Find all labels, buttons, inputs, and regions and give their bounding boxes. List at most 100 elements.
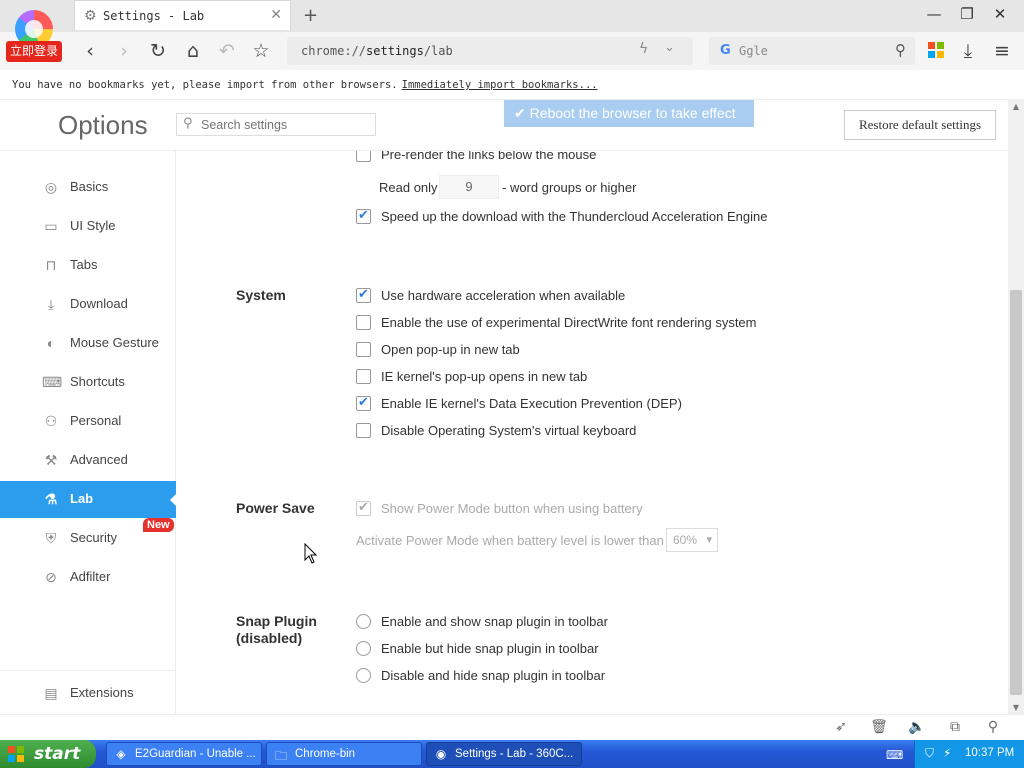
reboot-toast: ✔ Reboot the browser to take effect — [504, 100, 754, 127]
import-bookmarks-link[interactable]: Immediately import bookmarks... — [402, 79, 598, 91]
system-section-title: System — [236, 287, 286, 303]
address-url[interactable]: chrome://settings/lab — [301, 44, 453, 58]
zoom-icon[interactable]: ⚲ — [984, 719, 1002, 737]
wrench-icon: ⚒ — [44, 452, 58, 468]
home-icon[interactable]: ⌂ — [181, 39, 205, 63]
block-icon: ⊘ — [45, 569, 57, 585]
power-save-section-title: Power Save — [236, 500, 315, 516]
option-label: Disable Operating System's virtual keybo… — [381, 423, 637, 438]
taskbar-item-label: Chrome-bin — [295, 748, 356, 760]
sidebar-item-personal[interactable]: ⚇ Personal — [0, 403, 176, 440]
sidebar-item-ui-style[interactable]: ▭ UI Style — [0, 208, 176, 245]
option-label: Enable IE kernel's Data Execution Preven… — [381, 396, 682, 411]
taskbar-item-label: E2Guardian - Unable ... — [135, 748, 256, 760]
window-icon[interactable]: ⧉ — [946, 719, 964, 737]
sidebar-item-download[interactable]: ⤓ Download — [0, 286, 176, 323]
chevron-down-icon[interactable]: ⌄ — [664, 40, 675, 55]
taskbar-item-chrome-bin[interactable]: 🗀 Chrome-bin — [266, 742, 422, 766]
sidebar-divider — [0, 670, 176, 671]
taskbar-item-e2guardian[interactable]: ◈ E2Guardian - Unable ... — [106, 742, 262, 766]
star-icon[interactable]: ☆ — [249, 39, 273, 63]
battery-threshold-label: Activate Power Mode when battery level i… — [356, 533, 664, 548]
rocket-icon[interactable]: ➶ — [832, 719, 850, 737]
new-tab-button[interactable]: + — [303, 5, 318, 26]
sidebar-item-adfilter[interactable]: ⊘ Adfilter — [0, 559, 176, 596]
snap-plugin-section-title: Snap Plugin (disabled) — [236, 613, 317, 647]
search-icon[interactable]: ⚲ — [895, 41, 906, 59]
option-label: Speed up the download with the Thundercl… — [381, 209, 768, 224]
sidebar-item-advanced[interactable]: ⚒ Advanced — [0, 442, 176, 479]
checkbox[interactable] — [356, 151, 371, 162]
checkbox[interactable] — [356, 286, 371, 303]
network-tray-icon[interactable]: ⚡ — [943, 746, 951, 760]
settings-search[interactable]: ⚲ — [176, 113, 376, 136]
sidebar-item-basics[interactable]: ◎ Basics — [0, 169, 176, 206]
checkbox[interactable] — [356, 394, 371, 411]
sidebar-item-label: Download — [70, 296, 128, 311]
sidebar-item-label: Basics — [70, 179, 109, 194]
sidebar-item-shortcuts[interactable]: ⌨ Shortcuts — [0, 364, 176, 401]
scroll-down-arrow[interactable]: ▼ — [1008, 703, 1024, 712]
radio-button[interactable] — [356, 614, 371, 629]
tab-settings-lab[interactable]: ⚙ Settings - Lab ✕ — [74, 0, 291, 30]
search-input[interactable]: Ggle — [739, 44, 768, 58]
login-badge[interactable]: 立即登录 — [6, 41, 62, 62]
sidebar-item-tabs[interactable]: ⊓ Tabs — [0, 247, 176, 284]
scroll-thumb[interactable] — [1010, 290, 1022, 695]
sidebar-item-label: Personal — [70, 413, 122, 428]
radio-button[interactable] — [356, 668, 371, 683]
forward-icon[interactable]: › — [112, 39, 136, 63]
reload-icon[interactable]: ↻ — [146, 39, 170, 63]
radio-button[interactable] — [356, 641, 371, 656]
download-icon[interactable]: ⤓ — [956, 39, 980, 63]
browser-status-bar: ➶ 🗑 🔈 ⧉ ⚲ — [0, 714, 1024, 740]
back-icon[interactable]: ‹ — [78, 39, 102, 63]
sidebar-item-label: Mouse Gesture — [70, 335, 159, 350]
word-group-count-input[interactable]: 9 — [439, 175, 499, 199]
address-bar[interactable]: chrome://settings/lab ϟ ⌄ — [287, 37, 693, 65]
close-window-button[interactable]: ✕ — [988, 5, 1012, 27]
checkbox[interactable] — [356, 315, 371, 330]
start-button[interactable]: start — [0, 740, 96, 768]
speaker-icon[interactable]: 🔈 — [908, 719, 926, 737]
sidebar-item-label: UI Style — [70, 218, 116, 233]
sidebar-item-lab[interactable]: ⚗ Lab — [0, 481, 176, 518]
keyboard-icon: ⌨ — [42, 374, 63, 390]
taskbar-item-settings[interactable]: ◉ Settings - Lab - 360C... — [426, 742, 582, 766]
checkbox[interactable] — [356, 369, 371, 384]
checkbox[interactable] — [356, 342, 371, 357]
sidebar-item-label: Shortcuts — [70, 374, 125, 389]
keyboard-icon[interactable]: ⌨ — [886, 748, 903, 762]
flask-icon: ⚗ — [44, 491, 58, 507]
vertical-scrollbar[interactable]: ▲ ▼ — [1008, 100, 1024, 714]
restore-button[interactable]: ❐ — [955, 5, 979, 27]
apps-icon[interactable] — [928, 42, 944, 58]
security-tray-icon[interactable]: ⛉ — [925, 746, 934, 761]
trash-icon[interactable]: 🗑 — [870, 719, 888, 737]
bookmark-notice-bar: You have no bookmarks yet, please import… — [0, 70, 1024, 100]
option-label: Use hardware acceleration when available — [381, 288, 626, 303]
new-badge: New — [143, 518, 174, 532]
sidebar-item-mouse-gesture[interactable]: ◐ Mouse Gesture — [0, 325, 176, 362]
option-label: Enable but hide snap plugin in toolbar — [381, 641, 599, 656]
sidebar-item-extensions[interactable]: ▤ Extensions — [0, 675, 176, 712]
search-box[interactable]: G Ggle ⚲ — [709, 37, 915, 65]
browser-logo[interactable]: 立即登录 — [6, 4, 64, 62]
person-icon: ⚇ — [44, 413, 58, 429]
lightning-icon[interactable]: ϟ — [639, 41, 648, 57]
checkbox[interactable] — [356, 207, 371, 224]
taskbar-item-label: Settings - Lab - 360C... — [455, 748, 574, 760]
minimize-button[interactable]: — — [922, 5, 946, 27]
close-tab-icon[interactable]: ✕ — [270, 7, 282, 23]
scroll-up-arrow[interactable]: ▲ — [1008, 102, 1024, 111]
undo-close-icon[interactable]: ↶ — [215, 39, 239, 63]
battery-threshold-select: 60% — [666, 528, 718, 552]
option-label: Disable and hide snap plugin in toolbar — [381, 668, 606, 683]
search-icon: ⚲ — [183, 116, 193, 131]
option-label: IE kernel's pop-up opens in new tab — [381, 369, 588, 384]
restore-defaults-button[interactable]: Restore default settings — [844, 110, 996, 140]
menu-icon[interactable]: ≡ — [990, 39, 1014, 63]
checkbox[interactable] — [356, 423, 371, 438]
sidebar-item-label: Tabs — [70, 257, 98, 272]
settings-search-input[interactable] — [201, 116, 371, 133]
